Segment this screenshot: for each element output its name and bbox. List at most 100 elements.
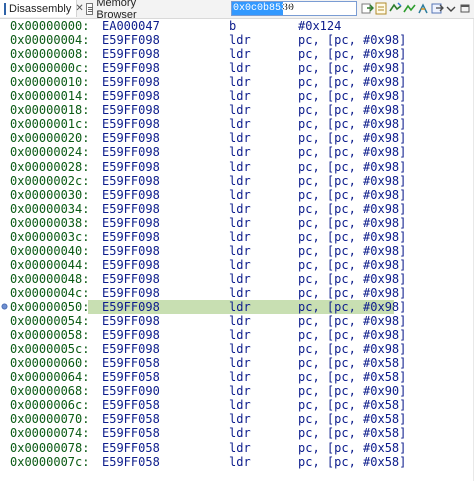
mnemonic-cell: ldr: [229, 286, 251, 300]
address-cell: 0x00000078:: [10, 441, 90, 455]
opcode-cell: E59FF098: [102, 117, 160, 131]
instruction-row[interactable]: 0x0000007c: E59FF058 ldr pc, [pc, #0x58]: [0, 455, 474, 469]
instruction-row[interactable]: 0x00000028: E59FF098 ldr pc, [pc, #0x98]: [0, 160, 474, 174]
instruction-row[interactable]: 0x00000010: E59FF098 ldr pc, [pc, #0x98]: [0, 75, 474, 89]
copy-icon[interactable]: [403, 2, 416, 15]
address-cell: 0x00000060:: [10, 356, 90, 370]
opcode-cell: E59FF098: [102, 145, 160, 159]
menu-icon[interactable]: [445, 2, 458, 15]
instruction-row[interactable]: 0x00000054: E59FF098 ldr pc, [pc, #0x98]: [0, 314, 474, 328]
operands-cell: pc, [pc, #0x98]: [298, 103, 407, 117]
operands-cell: pc, [pc, #0x98]: [298, 188, 407, 202]
address-cell: 0x00000020:: [10, 131, 90, 145]
operands-cell: pc, [pc, #0x98]: [298, 47, 407, 61]
operands-cell: pc, [pc, #0x58]: [298, 441, 407, 455]
address-cell: 0x00000018:: [10, 103, 90, 117]
address-cell: 0x00000068:: [10, 384, 90, 398]
instruction-row[interactable]: 0x00000004: E59FF098 ldr pc, [pc, #0x98]: [0, 33, 474, 47]
address-cell: 0x00000054:: [10, 314, 90, 328]
instruction-row[interactable]: 0x00000038: E59FF098 ldr pc, [pc, #0x98]: [0, 216, 474, 230]
instruction-row[interactable]: 0x00000030: E59FF098 ldr pc, [pc, #0x98]: [0, 188, 474, 202]
opcode-cell: E59FF098: [102, 272, 160, 286]
operands-cell: pc, [pc, #0x98]: [298, 258, 407, 272]
mnemonic-cell: ldr: [229, 244, 251, 258]
mnemonic-cell: ldr: [229, 356, 251, 370]
operands-cell: pc, [pc, #0x98]: [298, 33, 407, 47]
instruction-row[interactable]: 0x0000000c: E59FF098 ldr pc, [pc, #0x98]: [0, 61, 474, 75]
address-cell: 0x00000074:: [10, 426, 90, 440]
address-cell: 0x00000000:: [10, 19, 90, 33]
maximize-icon[interactable]: [459, 2, 472, 15]
tab-disassembly-label: Disassembly: [9, 2, 72, 15]
instruction-row[interactable]: 0x00000040: E59FF098 ldr pc, [pc, #0x98]: [0, 244, 474, 258]
instruction-row[interactable]: 0x00000074: E59FF058 ldr pc, [pc, #0x58]: [0, 426, 474, 440]
mnemonic-cell: ldr: [229, 160, 251, 174]
instruction-row[interactable]: 0x0000005c: E59FF098 ldr pc, [pc, #0x98]: [0, 342, 474, 356]
opcode-cell: E59FF098: [102, 216, 160, 230]
operands-cell: pc, [pc, #0x58]: [298, 398, 407, 412]
address-cell: 0x00000008:: [10, 47, 90, 61]
link-with-pc-icon[interactable]: [375, 2, 388, 15]
instruction-row[interactable]: 0x00000018: E59FF098 ldr pc, [pc, #0x98]: [0, 103, 474, 117]
mnemonic-cell: ldr: [229, 202, 251, 216]
mnemonic-cell: ldr: [229, 342, 251, 356]
instruction-row[interactable]: 0x0000003c: E59FF098 ldr pc, [pc, #0x98]: [0, 230, 474, 244]
opcode-cell: E59FF098: [102, 75, 160, 89]
step-into-icon[interactable]: [431, 2, 444, 15]
mnemonic-cell: b: [229, 19, 237, 33]
opcode-cell: E59FF058: [102, 441, 160, 455]
instruction-row[interactable]: 0x00000070: E59FF058 ldr pc, [pc, #0x58]: [0, 412, 474, 426]
save-icon[interactable]: [417, 2, 430, 15]
instruction-row[interactable]: 0x00000060: E59FF058 ldr pc, [pc, #0x58]: [0, 356, 474, 370]
instruction-row[interactable]: 0x00000020: E59FF098 ldr pc, [pc, #0x98]: [0, 131, 474, 145]
instruction-row[interactable]: 0x00000044: E59FF098 ldr pc, [pc, #0x98]: [0, 258, 474, 272]
address-cell: 0x00000038:: [10, 216, 90, 230]
instruction-row[interactable]: 0x00000008: E59FF098 ldr pc, [pc, #0x98]: [0, 47, 474, 61]
opcode-cell: E59FF098: [102, 188, 160, 202]
opcode-cell: E59FF098: [102, 61, 160, 75]
instruction-row[interactable]: 0x00000048: E59FF098 ldr pc, [pc, #0x98]: [0, 272, 474, 286]
instruction-row[interactable]: 0x0000002c: E59FF098 ldr pc, [pc, #0x98]: [0, 174, 474, 188]
instruction-row[interactable]: 0x00000058: E59FF098 ldr pc, [pc, #0x98]: [0, 328, 474, 342]
instruction-row[interactable]: 0x00000064: E59FF058 ldr pc, [pc, #0x58]: [0, 370, 474, 384]
instruction-row[interactable]: 0x0000004c: E59FF098 ldr pc, [pc, #0x98]: [0, 286, 474, 300]
operands-cell: pc, [pc, #0x98]: [298, 145, 407, 159]
address-cell: 0x0000000c:: [10, 61, 90, 75]
mnemonic-cell: ldr: [229, 370, 251, 384]
instruction-row[interactable]: 0x00000024: E59FF098 ldr pc, [pc, #0x98]: [0, 145, 474, 159]
address-cell: 0x0000007c:: [10, 455, 90, 469]
instruction-row[interactable]: 0x00000068: E59FF090 ldr pc, [pc, #0x90]: [0, 384, 474, 398]
opcode-cell: E59FF098: [102, 230, 160, 244]
instruction-row[interactable]: 0x0000006c: E59FF058 ldr pc, [pc, #0x58]: [0, 398, 474, 412]
instruction-row[interactable]: 0x00000000: EA000047 b #0x124: [0, 19, 474, 33]
opcode-cell: E59FF098: [102, 131, 160, 145]
operands-cell: #0x124: [298, 19, 342, 33]
operands-cell: pc, [pc, #0x98]: [298, 300, 407, 314]
mnemonic-cell: ldr: [229, 384, 251, 398]
show-source-icon[interactable]: [389, 2, 402, 15]
address-input[interactable]: [231, 1, 357, 16]
address-cell: 0x00000058:: [10, 328, 90, 342]
address-cell: 0x00000014:: [10, 89, 90, 103]
operands-cell: pc, [pc, #0x90]: [298, 384, 407, 398]
operands-cell: pc, [pc, #0x98]: [298, 174, 407, 188]
tab-disassembly[interactable]: Disassembly ✕: [0, 0, 84, 17]
operands-cell: pc, [pc, #0x58]: [298, 412, 407, 426]
go-to-address-icon[interactable]: [361, 2, 374, 15]
instruction-row[interactable]: 0x0000001c: E59FF098 ldr pc, [pc, #0x98]: [0, 117, 474, 131]
operands-cell: pc, [pc, #0x58]: [298, 426, 407, 440]
tab-memory-browser[interactable]: Memory Browser: [80, 0, 160, 21]
mnemonic-cell: ldr: [229, 441, 251, 455]
disassembly-listing[interactable]: 0x00000000: EA000047 b #0x124 0x00000004: E59…: [0, 19, 474, 481]
mnemonic-cell: ldr: [229, 188, 251, 202]
instruction-row[interactable]: 0x00000078: E59FF058 ldr pc, [pc, #0x58]: [0, 441, 474, 455]
mnemonic-cell: ldr: [229, 75, 251, 89]
instruction-row[interactable]: 0x00000034: E59FF098 ldr pc, [pc, #0x98]: [0, 202, 474, 216]
mnemonic-cell: ldr: [229, 426, 251, 440]
opcode-cell: E59FF098: [102, 258, 160, 272]
instruction-row[interactable]: 0x00000014: E59FF098 ldr pc, [pc, #0x98]: [0, 89, 474, 103]
operands-cell: pc, [pc, #0x98]: [298, 89, 407, 103]
current-instruction-row[interactable]: 0x00000050: E59FF098 ldr pc, [pc, #0x98]: [0, 300, 474, 314]
mnemonic-cell: ldr: [229, 398, 251, 412]
opcode-cell: E59FF098: [102, 174, 160, 188]
